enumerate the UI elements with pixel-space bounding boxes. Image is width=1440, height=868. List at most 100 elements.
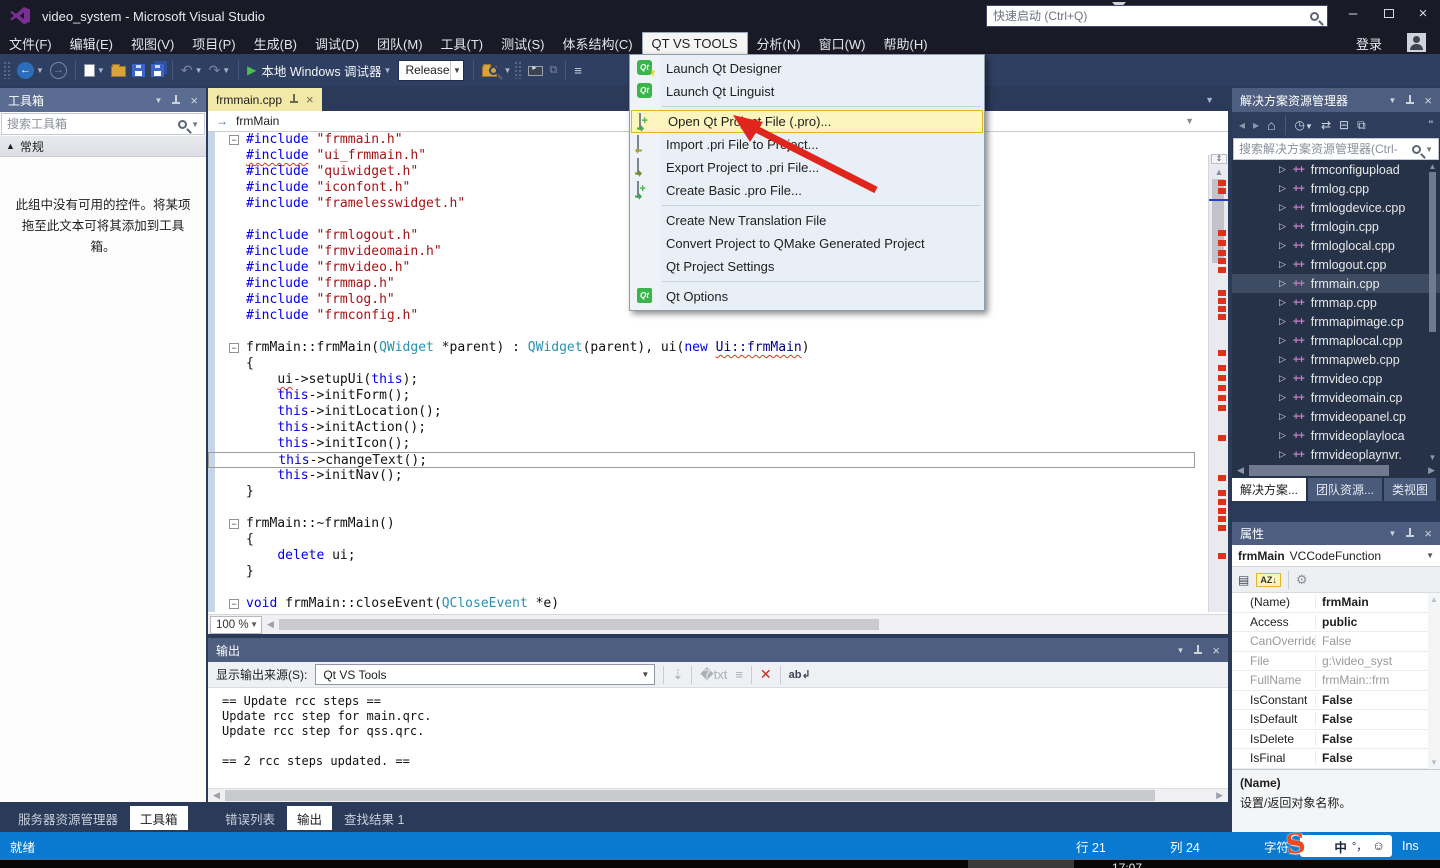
property-pages-icon[interactable]: ⚙ bbox=[1296, 572, 1308, 588]
property-row-isfinal[interactable]: IsFinalFalse bbox=[1232, 749, 1440, 769]
code-line-26[interactable]: { bbox=[208, 532, 1228, 548]
code-line-15[interactable]: { bbox=[208, 356, 1228, 372]
alphabetical-sort-icon[interactable]: AZ↓ bbox=[1256, 573, 1281, 587]
menu-s[interactable]: 测试(S) bbox=[492, 32, 553, 54]
hscroll-thumb[interactable] bbox=[279, 619, 879, 630]
toolbox-section-general[interactable]: ▲ 常规 bbox=[0, 136, 206, 157]
output-source-combo[interactable]: Qt VS Tools▼ bbox=[315, 664, 655, 685]
sync-icon[interactable]: ⇄ bbox=[1321, 118, 1331, 132]
scroll-down-icon[interactable]: ▼ bbox=[1428, 758, 1440, 767]
tab-类视图[interactable]: 类视图 bbox=[1384, 478, 1436, 501]
tab-错误列表[interactable]: 错误列表 bbox=[215, 806, 285, 830]
property-value[interactable]: False bbox=[1316, 732, 1406, 746]
code-line-27[interactable]: delete ui; bbox=[208, 548, 1228, 564]
code-line-22[interactable]: this->initNav(); bbox=[208, 468, 1228, 484]
collapse-all-icon[interactable]: ⊟ bbox=[1339, 118, 1349, 132]
file-frmvideomain-cp[interactable]: ▷++frmvideomain.cp bbox=[1232, 388, 1440, 407]
file-frmlog-cpp[interactable]: ▷++frmlog.cpp bbox=[1232, 179, 1440, 198]
qt-menu-item-convert-project-to-qmake-generated-project[interactable]: Convert Project to QMake Generated Proje… bbox=[630, 232, 984, 255]
expand-triangle-icon[interactable]: ▷ bbox=[1279, 373, 1286, 384]
properties-vscrollbar[interactable]: ▲ ▼ bbox=[1428, 593, 1440, 769]
qt-menu-item-qt-options[interactable]: QtQt Options bbox=[630, 285, 984, 308]
qt-menu-item-qt-project-settings[interactable]: Qt Project Settings bbox=[630, 255, 984, 278]
property-row-isconstant[interactable]: IsConstantFalse bbox=[1232, 691, 1440, 711]
close-icon[interactable]: × bbox=[1424, 94, 1432, 107]
pin-icon[interactable] bbox=[1193, 645, 1203, 656]
splitter-handle[interactable]: ⇕ bbox=[1211, 154, 1227, 164]
scroll-up-icon[interactable]: ▲ bbox=[1427, 162, 1438, 171]
window-position-icon[interactable]: ▼ bbox=[1388, 529, 1396, 538]
property-value[interactable]: False bbox=[1316, 634, 1406, 648]
code-line-16[interactable]: ui->setupUi(this); bbox=[208, 372, 1228, 388]
outline-button[interactable]: ≡ bbox=[574, 63, 582, 78]
menu-m[interactable]: 团队(M) bbox=[368, 32, 432, 54]
window-position-icon[interactable]: ▼ bbox=[154, 96, 162, 105]
solution-explorer-title-bar[interactable]: 解决方案资源管理器 ▼× bbox=[1232, 88, 1440, 112]
pending-changes-icon[interactable]: ◷▼ bbox=[1295, 118, 1313, 132]
menu-f[interactable]: 文件(F) bbox=[0, 32, 61, 54]
ime-toolbar[interactable]: S 中 °， ☺ bbox=[1300, 835, 1392, 857]
file-frmlogout-cpp[interactable]: ▷++frmlogout.cpp bbox=[1232, 255, 1440, 274]
toolbox-title-bar[interactable]: 工具箱 ▼× bbox=[0, 88, 206, 112]
file-frmmapweb-cpp[interactable]: ▷++frmmapweb.cpp bbox=[1232, 350, 1440, 369]
attach-process-button[interactable] bbox=[528, 64, 543, 76]
qt-menu-item-create-new-translation-file[interactable]: Create New Translation File bbox=[630, 209, 984, 232]
editor-vertical-scrollbar[interactable]: ⇕ ▲ ▼ bbox=[1208, 155, 1228, 612]
menu-c[interactable]: 体系结构(C) bbox=[553, 32, 641, 54]
menu-n[interactable]: 分析(N) bbox=[748, 32, 810, 54]
file-frmmain-cpp[interactable]: ▷++frmmain.cpp bbox=[1232, 274, 1440, 293]
expand-triangle-icon[interactable]: ▷ bbox=[1279, 354, 1286, 365]
tab-服务器资源管理器[interactable]: 服务器资源管理器 bbox=[8, 806, 128, 830]
redo-button[interactable]: ↷▼ bbox=[209, 62, 231, 79]
expand-triangle-icon[interactable]: ▷ bbox=[1279, 430, 1286, 441]
output-title-bar[interactable]: 输出 ▼× bbox=[208, 638, 1228, 662]
property-value[interactable]: public bbox=[1316, 615, 1406, 629]
toolbox-search-box[interactable]: ▼ bbox=[1, 113, 205, 135]
forward-icon[interactable]: ▸ bbox=[1253, 118, 1259, 132]
code-line-25[interactable]: −frmMain::~frmMain() bbox=[208, 516, 1228, 532]
code-line-19[interactable]: this->initAction(); bbox=[208, 420, 1228, 436]
solution-search-box[interactable]: ▼ bbox=[1233, 138, 1439, 160]
start-debug-button[interactable]: ▶本地 Windows 调试器▼ bbox=[247, 61, 391, 80]
property-row-canoverride[interactable]: CanOverrideFalse bbox=[1232, 632, 1440, 652]
home-icon[interactable]: ⌂ bbox=[1267, 117, 1275, 133]
code-line-21[interactable]: this->changeText(); bbox=[208, 452, 1195, 468]
property-row-isdefault[interactable]: IsDefaultFalse bbox=[1232, 710, 1440, 730]
expand-triangle-icon[interactable]: ▷ bbox=[1279, 202, 1286, 213]
sogou-ime-icon[interactable]: S bbox=[1284, 828, 1307, 861]
scroll-up-icon[interactable]: ▲ bbox=[1209, 167, 1228, 177]
hscroll-left-icon[interactable]: ◀ bbox=[1232, 465, 1249, 476]
qt-menu-item-open-qt-project-file-pro[interactable]: Open Qt Project File (.pro)... bbox=[631, 110, 983, 133]
toolbar-grip[interactable] bbox=[3, 61, 11, 79]
menu-t[interactable]: 工具(T) bbox=[432, 32, 493, 54]
properties-object-combo[interactable]: frmMain VCCodeFunction ▼ bbox=[1232, 545, 1440, 567]
solution-file-tree[interactable]: ▲ ▼ ▷++frmconfigupload▷++frmlog.cpp▷++fr… bbox=[1232, 160, 1440, 464]
tab-团队资源[interactable]: 团队资源... bbox=[1308, 478, 1382, 501]
menu-qtvstools[interactable]: QT VS TOOLS bbox=[642, 32, 748, 54]
expand-triangle-icon[interactable]: ▷ bbox=[1279, 221, 1286, 232]
menu-p[interactable]: 项目(P) bbox=[183, 32, 244, 54]
file-frmvideoplaynvr-[interactable]: ▷++frmvideoplaynvr. bbox=[1232, 445, 1440, 464]
close-icon[interactable]: × bbox=[190, 94, 198, 107]
code-line-17[interactable]: this->initForm(); bbox=[208, 388, 1228, 404]
property-row-access[interactable]: Accesspublic bbox=[1232, 613, 1440, 633]
properties-grid[interactable]: (Name)frmMainAccesspublicCanOverrideFals… bbox=[1232, 593, 1440, 769]
toolbox-search-input[interactable] bbox=[7, 117, 174, 131]
undo-button[interactable]: ↶▼ bbox=[181, 62, 203, 79]
code-line-24[interactable] bbox=[208, 500, 1228, 516]
toolbar-overflow-icon[interactable]: " bbox=[1429, 118, 1433, 132]
ime-emoji-icon[interactable]: ☺ bbox=[1372, 839, 1385, 853]
menu-e[interactable]: 编辑(E) bbox=[61, 32, 122, 54]
fold-collapse-icon[interactable]: − bbox=[229, 135, 239, 145]
tab-查找结果1[interactable]: 查找结果 1 bbox=[334, 806, 414, 830]
output-hscrollbar[interactable]: ◀ ▶ bbox=[208, 788, 1228, 802]
pin-icon[interactable] bbox=[171, 95, 181, 106]
property-value[interactable]: False bbox=[1316, 712, 1406, 726]
output-text[interactable]: == Update rcc steps ==Update rcc step fo… bbox=[208, 688, 1228, 769]
hscroll-left-icon[interactable]: ◀ bbox=[208, 790, 225, 801]
hscroll-left-icon[interactable]: ◀ bbox=[262, 619, 279, 630]
open-file-button[interactable] bbox=[111, 64, 126, 77]
file-frmmapimage-cp[interactable]: ▷++frmmapimage.cp bbox=[1232, 312, 1440, 331]
qt-menu-item-import-pri-file-to-project[interactable]: Import .pri File to Project... bbox=[630, 133, 984, 156]
file-frmlogdevice-cpp[interactable]: ▷++frmlogdevice.cpp bbox=[1232, 198, 1440, 217]
